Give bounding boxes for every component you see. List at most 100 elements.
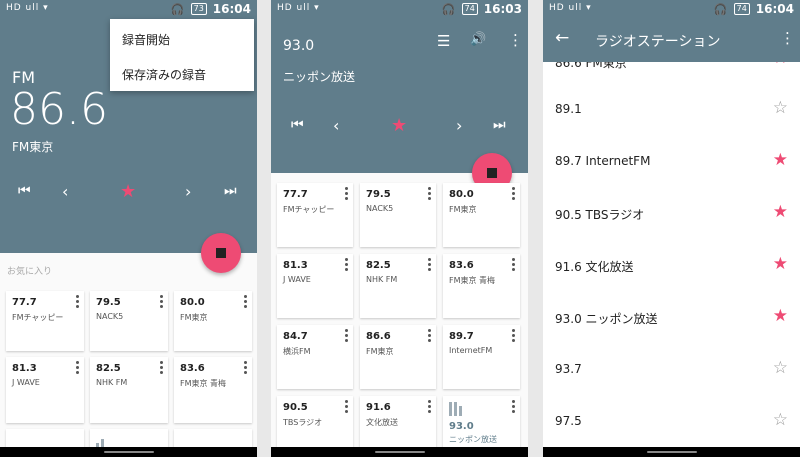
station-card[interactable]: 81.3 J WAVE <box>6 357 84 423</box>
more-vert-icon[interactable] <box>512 329 516 343</box>
skip-previous-icon[interactable]: ⏮ <box>291 117 304 133</box>
back-arrow-icon[interactable]: ← <box>555 28 569 48</box>
station-card[interactable]: 90.5 TBSラジオ <box>277 396 353 448</box>
favorite-star-icon[interactable]: ★ <box>773 254 788 274</box>
star-outline-icon[interactable]: ☆ <box>773 98 788 118</box>
more-vert-icon[interactable] <box>76 295 80 309</box>
more-vert-icon[interactable] <box>428 258 432 272</box>
more-vert-icon[interactable] <box>244 295 248 309</box>
clock: 16:04 <box>755 2 794 16</box>
nav-bar <box>0 447 257 457</box>
station-card[interactable]: 82.5 NHK FM <box>360 254 436 318</box>
more-vert-icon[interactable] <box>345 400 349 414</box>
favorite-star-icon[interactable]: ★ <box>773 306 788 326</box>
station-card[interactable]: 77.7 FMチャッピー <box>277 183 353 247</box>
battery-icon: 73 <box>190 3 207 15</box>
station-card[interactable]: 80.0 FM東京 <box>174 291 252 351</box>
menu-item-saved-recordings[interactable]: 保存済みの録音 <box>122 66 206 83</box>
signal-icons: HD ull ▾ <box>6 3 49 13</box>
more-vert-icon[interactable] <box>244 361 248 375</box>
screen-player-menu: HD ull ▾ 🎧 73 16:04 FM 86.6 FM東京 ⏮ ‹ ★ › ⏭… <box>0 0 257 457</box>
chevron-left-icon[interactable]: ‹ <box>62 182 68 201</box>
stop-icon <box>487 168 497 178</box>
status-bar: HD ull ▾ 🎧 74 16:03 <box>271 0 528 19</box>
home-indicator[interactable] <box>375 451 425 453</box>
frequency-display: 93.0 <box>283 38 315 54</box>
skip-next-icon[interactable]: ⏭ <box>493 117 506 133</box>
menu-item-start-recording[interactable]: 録音開始 <box>122 31 170 48</box>
status-bar: HD ull ▾ 🎧 74 16:04 <box>543 0 800 19</box>
list-view-icon[interactable]: ☰ <box>437 32 450 50</box>
station-card[interactable]: 83.6 FM東京 青梅 <box>443 254 520 318</box>
chevron-left-icon[interactable]: ‹ <box>333 116 339 135</box>
more-vert-icon[interactable] <box>345 187 349 201</box>
station-card[interactable]: 83.6 FM東京 青梅 <box>174 357 252 423</box>
more-vert-icon[interactable] <box>345 258 349 272</box>
station-card[interactable]: 79.5 NACK5 <box>90 291 168 351</box>
favorites-section-label: お気に入り <box>7 267 53 277</box>
more-vert-icon[interactable] <box>512 400 516 414</box>
chevron-right-icon[interactable]: › <box>185 182 191 201</box>
battery-icon: 74 <box>461 3 478 15</box>
screen-player-grid: HD ull ▾ 🎧 74 16:03 93.0 ☰ 🔊 ⋮ ニッポン放送 ⏮ ‹ … <box>271 0 528 457</box>
list-item[interactable]: 90.5 TBSラジオ ★ <box>543 187 800 240</box>
screen-station-list: HD ull ▾ 🎧 74 16:04 ← ラジオステーション ⋮ 86.6 FM東… <box>543 0 800 457</box>
page-title: ラジオステーション <box>595 34 721 50</box>
more-vert-icon[interactable] <box>512 187 516 201</box>
station-card[interactable]: 77.7 FMチャッピー <box>6 291 84 351</box>
more-vert-icon[interactable] <box>428 187 432 201</box>
chevron-right-icon[interactable]: › <box>456 116 462 135</box>
volume-icon[interactable]: 🔊 <box>470 32 486 47</box>
list-item[interactable]: 86.6 FM東京 ★ <box>543 62 800 84</box>
battery-icon: 74 <box>733 3 750 15</box>
more-vert-icon[interactable] <box>512 258 516 272</box>
player-header <box>271 0 528 173</box>
skip-next-icon[interactable]: ⏭ <box>224 183 237 199</box>
more-vert-icon[interactable]: ⋮ <box>508 31 523 49</box>
more-vert-icon[interactable] <box>76 361 80 375</box>
list-item[interactable]: 89.7 InternetFM ★ <box>543 135 800 188</box>
signal-icons: HD ull ▾ <box>277 3 320 13</box>
station-card[interactable]: 86.6 FM東京 <box>360 325 436 389</box>
star-outline-icon[interactable]: ☆ <box>773 410 788 430</box>
station-card[interactable]: 89.7 InternetFM <box>443 325 520 389</box>
nav-bar <box>543 447 800 457</box>
station-name: ニッポン放送 <box>283 70 356 84</box>
skip-previous-icon[interactable]: ⏮ <box>18 183 31 199</box>
station-list: 86.6 FM東京 ★ 89.1☆ 89.7 InternetFM★ 90.5 … <box>543 62 800 457</box>
favorite-star-icon[interactable]: ★ <box>773 150 788 170</box>
station-card[interactable]: 79.5 NACK5 <box>360 183 436 247</box>
nav-bar <box>271 447 528 457</box>
stop-button[interactable] <box>201 233 241 273</box>
more-vert-icon[interactable] <box>428 329 432 343</box>
station-card[interactable]: 84.7 横浜FM <box>277 325 353 389</box>
list-item[interactable]: 91.6 文化放送 ★ <box>543 239 800 292</box>
favorite-star-icon[interactable]: ★ <box>120 181 136 202</box>
more-vert-icon[interactable] <box>428 400 432 414</box>
overflow-menu: 録音開始 保存済みの録音 <box>110 19 254 91</box>
more-vert-icon[interactable] <box>345 329 349 343</box>
list-item[interactable]: 93.7 ☆ <box>543 343 800 396</box>
station-card[interactable]: 81.3 J WAVE <box>277 254 353 318</box>
headphone-icon: 🎧 <box>170 2 185 16</box>
list-item[interactable]: 97.5 ☆ <box>543 395 800 448</box>
favorite-star-icon[interactable]: ★ <box>773 62 788 68</box>
station-card-playing[interactable]: 93.0 ニッポン放送 <box>443 396 520 448</box>
more-vert-icon[interactable] <box>160 295 164 309</box>
headphone-icon: 🎧 <box>713 2 728 16</box>
home-indicator[interactable] <box>104 451 154 453</box>
clock: 16:03 <box>483 2 522 16</box>
list-item[interactable]: 89.1 ☆ <box>543 83 800 136</box>
favorite-star-icon[interactable]: ★ <box>391 115 407 136</box>
home-indicator[interactable] <box>647 451 697 453</box>
more-vert-icon[interactable] <box>160 361 164 375</box>
station-card[interactable]: 91.6 文化放送 <box>360 396 436 448</box>
star-outline-icon[interactable]: ☆ <box>773 358 788 378</box>
station-card[interactable]: 80.0 FM東京 <box>443 183 520 247</box>
station-card[interactable]: 82.5 NHK FM <box>90 357 168 423</box>
more-vert-icon[interactable]: ⋮ <box>780 29 795 47</box>
favorite-star-icon[interactable]: ★ <box>773 202 788 222</box>
status-bar: HD ull ▾ 🎧 73 16:04 <box>0 0 257 19</box>
stop-icon <box>216 248 226 258</box>
list-item[interactable]: 93.0 ニッポン放送 ★ <box>543 291 800 344</box>
